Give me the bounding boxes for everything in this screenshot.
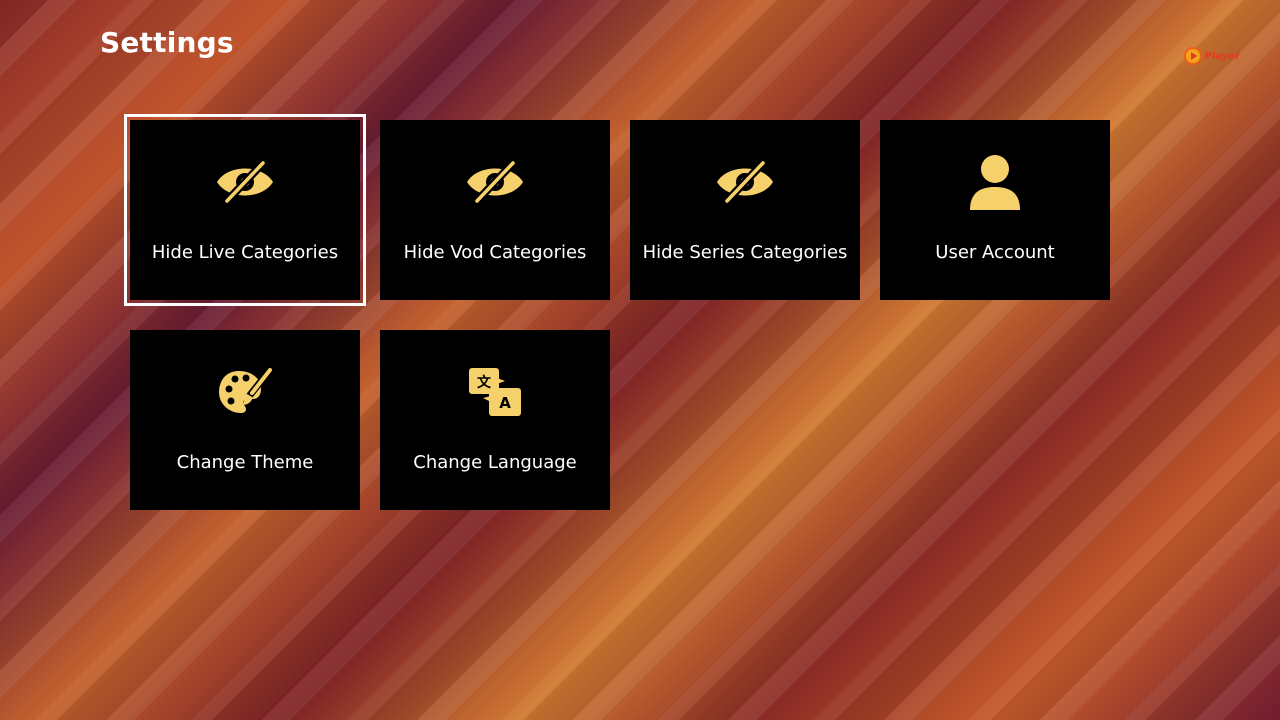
hide-vod-categories-tile[interactable]: Hide Vod Categories bbox=[380, 120, 610, 300]
svg-text:A: A bbox=[499, 394, 511, 412]
tile-label: Change Language bbox=[413, 452, 577, 473]
svg-text:文: 文 bbox=[477, 374, 492, 391]
tile-label: Hide Vod Categories bbox=[403, 242, 587, 263]
change-language-tile[interactable]: 文 A Change Language bbox=[380, 330, 610, 510]
eye-off-icon bbox=[215, 154, 275, 210]
palette-icon bbox=[217, 364, 273, 420]
hide-live-categories-tile[interactable]: Hide Live Categories bbox=[124, 114, 366, 306]
user-account-tile[interactable]: User Account bbox=[880, 120, 1110, 300]
tile-label: User Account bbox=[935, 242, 1055, 263]
eye-off-icon bbox=[465, 154, 525, 210]
page-title: Settings bbox=[100, 26, 234, 59]
logo-text: Player bbox=[1204, 50, 1240, 62]
user-icon bbox=[969, 154, 1021, 210]
eye-off-icon bbox=[715, 154, 775, 210]
translate-icon: 文 A bbox=[467, 364, 523, 420]
tile-label: Hide Series Categories bbox=[642, 242, 848, 263]
logo-flame-icon bbox=[1183, 47, 1202, 65]
change-theme-tile[interactable]: Change Theme bbox=[130, 330, 360, 510]
settings-grid: Hide Live Categories Hide Vod Categories bbox=[124, 114, 1110, 510]
tile-label: Change Theme bbox=[176, 452, 314, 473]
app-logo: Player bbox=[1183, 46, 1240, 66]
tile-label: Hide Live Categories bbox=[151, 242, 339, 263]
hide-series-categories-tile[interactable]: Hide Series Categories bbox=[630, 120, 860, 300]
